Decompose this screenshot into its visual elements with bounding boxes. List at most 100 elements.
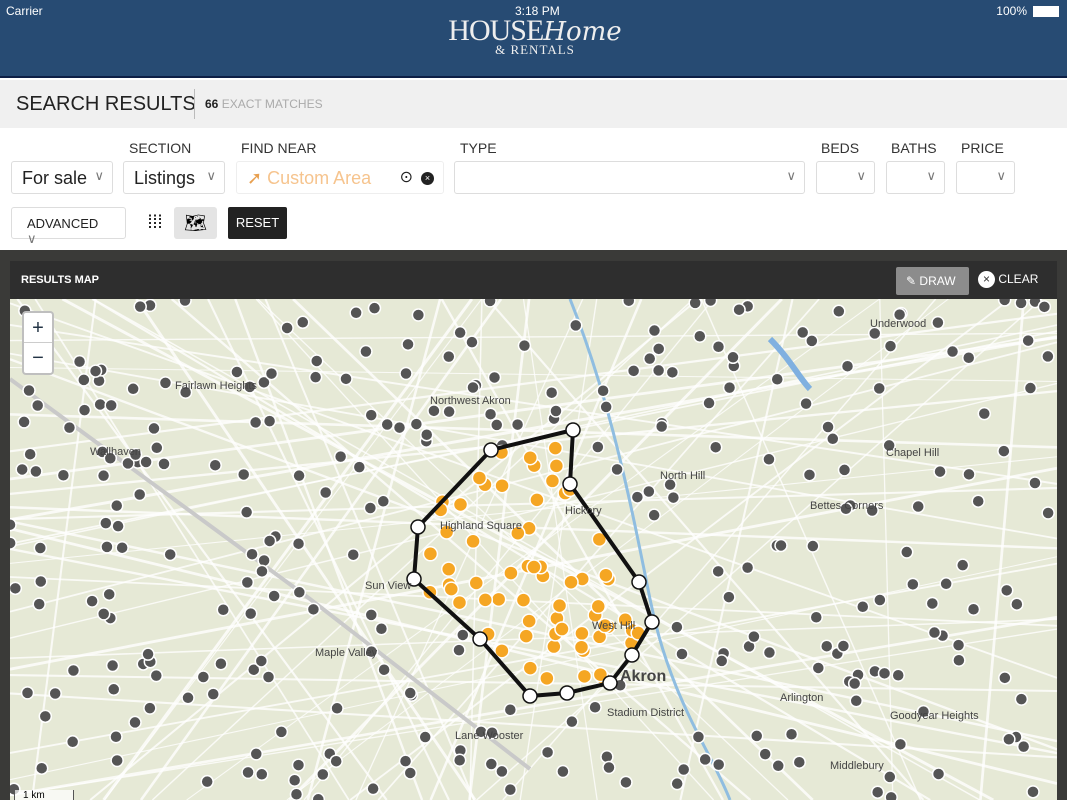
location-arrow-icon: ➚ [247, 168, 263, 188]
map-view-icon[interactable]: 🗺 [174, 207, 217, 239]
polygon-vertex-handle [631, 574, 647, 590]
listing-marker [884, 790, 898, 800]
listing-marker [569, 318, 583, 333]
listing-marker [821, 420, 835, 434]
listing-marker [291, 758, 306, 772]
find-near-value: Custom Area [267, 168, 372, 188]
beds-select[interactable]: ∨ [816, 161, 875, 194]
listing-marker [596, 384, 610, 398]
locate-icon[interactable]: ⊙ [400, 167, 413, 187]
road [979, 299, 1026, 800]
price-select[interactable]: ∨ [956, 161, 1015, 194]
grid-view-icon[interactable]: ⁞⁞⁞ [140, 207, 170, 239]
listing-marker [158, 376, 173, 390]
listing-marker [243, 606, 258, 621]
listing-marker [722, 590, 736, 604]
selected-listing-marker [503, 565, 519, 581]
listing-marker [309, 354, 324, 368]
listing-marker [352, 460, 367, 474]
chevron-down-icon: ∨ [926, 168, 936, 183]
listing-marker [1028, 476, 1042, 490]
listing-marker [951, 638, 966, 652]
zoom-in-button[interactable]: + [24, 313, 52, 343]
listing-marker [466, 380, 480, 395]
listing-marker [77, 403, 92, 417]
listing-marker [111, 519, 125, 533]
map-place-label: West Hill [592, 620, 635, 632]
advanced-button[interactable]: ADVANCED ∨ [11, 207, 126, 246]
map-title: RESULTS MAP [21, 274, 100, 286]
map-place-label: Arlington [780, 692, 823, 704]
advanced-label: ADVANCED [27, 216, 99, 231]
selected-listing-marker [515, 592, 532, 608]
listing-marker [377, 662, 391, 677]
clear-location-icon[interactable]: × [421, 172, 434, 185]
polygon-vertex-handle [644, 614, 660, 630]
polygon-vertex-handle [602, 675, 618, 691]
selected-listing-marker [547, 440, 564, 456]
selected-listing-marker [529, 492, 545, 508]
listing-marker [610, 462, 624, 477]
listing-marker [747, 629, 761, 644]
listing-marker [291, 536, 306, 551]
draw-button[interactable]: ✎ DRAW [896, 267, 969, 295]
section-select[interactable]: Listings ∨ [123, 161, 225, 194]
listing-marker [749, 729, 764, 743]
selected-listing-marker [554, 621, 570, 637]
listing-marker [366, 781, 380, 796]
listing-marker [257, 553, 271, 568]
listing-marker [20, 686, 35, 700]
listing-marker [364, 408, 378, 422]
selected-listing-marker [539, 670, 555, 687]
listing-marker [549, 404, 563, 418]
listing-marker [66, 663, 81, 678]
listing-marker [642, 351, 657, 366]
listing-marker [806, 539, 820, 553]
listing-marker [805, 334, 819, 348]
listing-marker [819, 639, 834, 653]
selected-listing-marker [443, 581, 460, 597]
listing-marker [591, 440, 605, 454]
listing-marker [364, 608, 379, 622]
count-label: EXACT MATCHES [221, 97, 323, 111]
clear-button[interactable]: × CLEAR [978, 271, 1038, 288]
selected-listing-marker [494, 477, 510, 494]
app-header: Carrier 3:18 PM 100% HOUSEHome & RENTALS [0, 0, 1067, 78]
listing-marker [666, 490, 681, 505]
map-canvas[interactable]: Northwest Akron Fairlawn Heights Wallhaven… [10, 299, 1057, 800]
listing-marker [642, 484, 656, 499]
selected-listing-marker [471, 470, 488, 486]
listing-marker [333, 449, 348, 464]
listing-marker [398, 754, 413, 768]
listing-marker [966, 602, 981, 616]
sale-select[interactable]: For sale ∨ [11, 161, 113, 194]
listing-marker [292, 585, 307, 600]
map-place-label: Fairlawn Heights [175, 380, 257, 392]
listing-marker [249, 747, 264, 761]
listing-marker [693, 329, 707, 344]
listing-marker [762, 645, 777, 660]
listing-marker [88, 364, 103, 378]
zoom-out-button[interactable]: − [24, 343, 52, 373]
listing-marker [23, 447, 37, 461]
selected-listing-marker [452, 496, 469, 513]
find-near-input[interactable]: ➚ Custom Area ⊙ × [236, 161, 444, 194]
listing-marker [163, 547, 177, 562]
listing-marker [442, 349, 456, 364]
listing-marker [147, 421, 161, 436]
listing-marker [62, 420, 77, 435]
type-select[interactable]: ∨ [454, 161, 805, 194]
listing-marker [487, 370, 502, 385]
listing-marker [510, 417, 525, 432]
polygon-vertex-handle [624, 647, 640, 663]
baths-select[interactable]: ∨ [886, 161, 945, 194]
page-title: SEARCH RESULTS [16, 93, 196, 115]
listing-marker [85, 594, 99, 608]
listing-marker [261, 670, 276, 684]
listing-marker [997, 299, 1012, 307]
reset-button[interactable]: RESET [228, 207, 287, 239]
listing-marker [883, 770, 897, 784]
listing-marker [495, 764, 509, 779]
listing-marker [732, 302, 746, 317]
battery-icon [1033, 6, 1059, 17]
